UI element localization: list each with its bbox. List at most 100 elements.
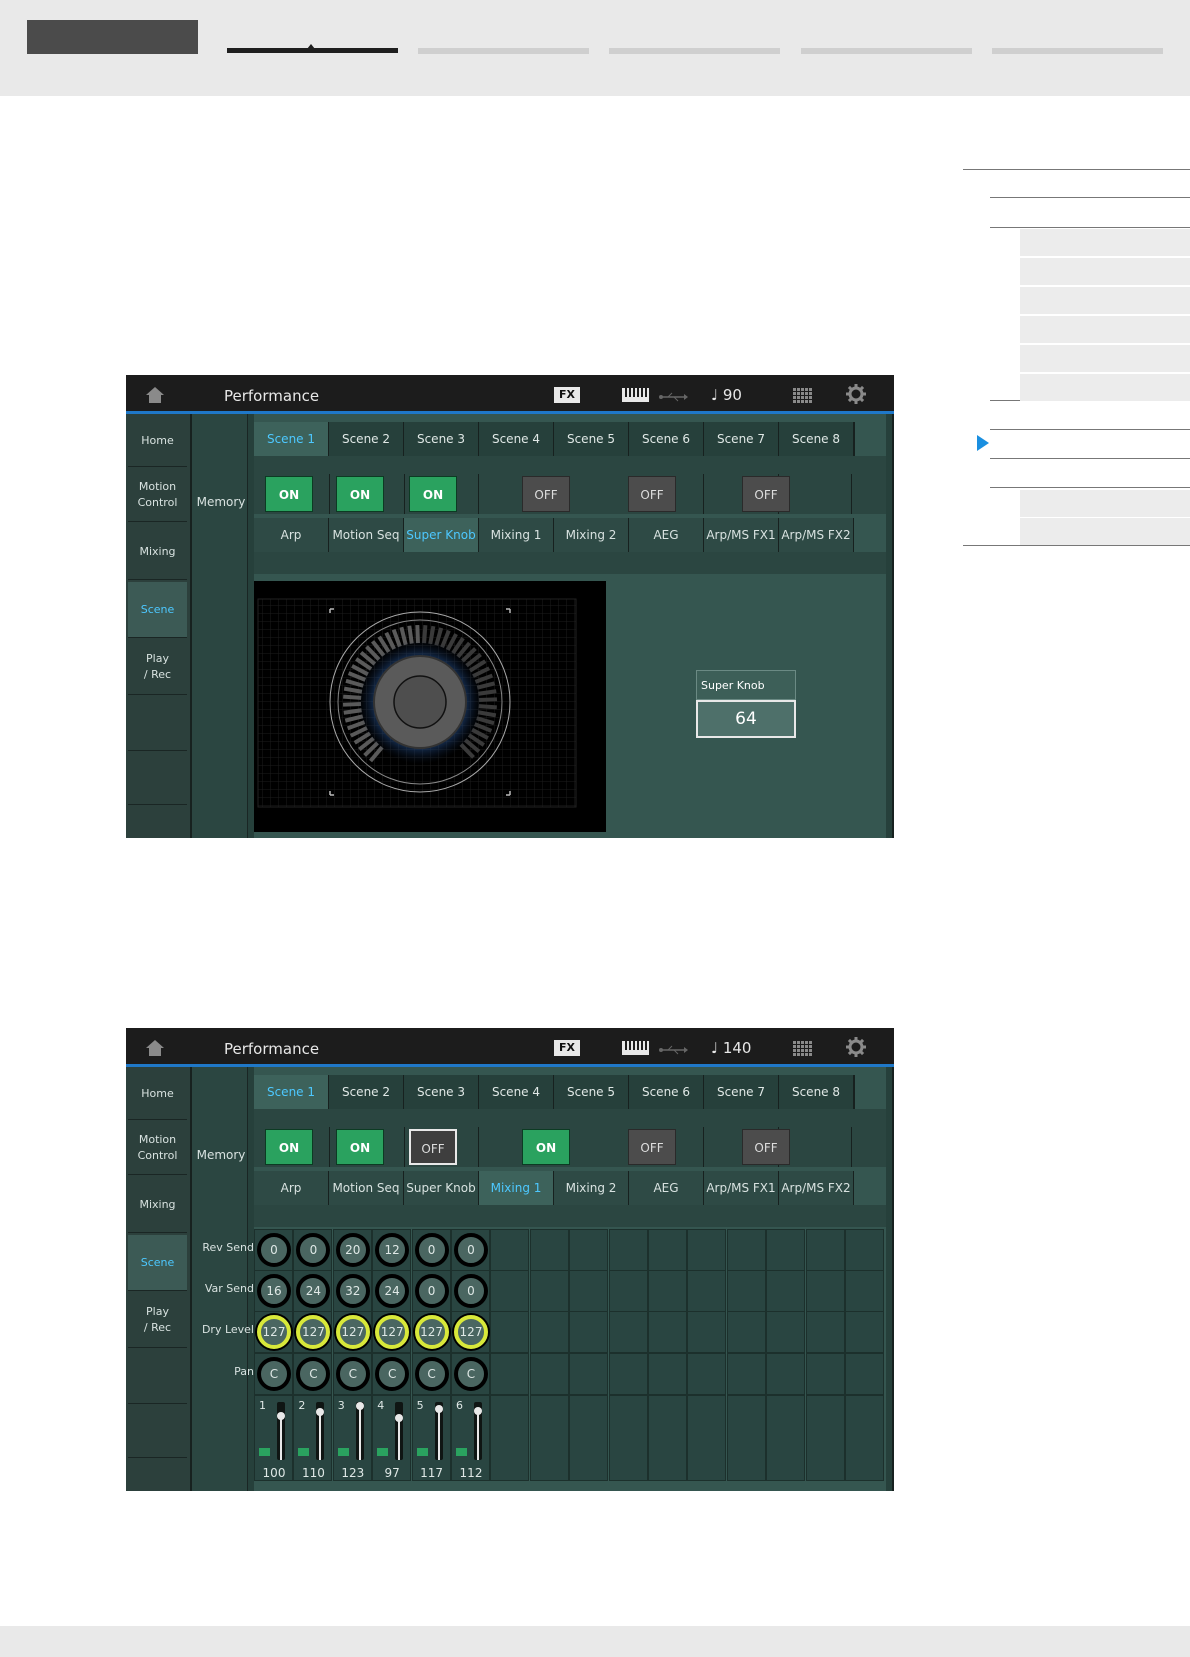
sidebar-item-mixing[interactable]: Mixing [128, 524, 187, 580]
scene-tab-3[interactable]: Scene 3 [404, 422, 480, 456]
sidebar-item-motion-control[interactable]: Motion Control [128, 1122, 187, 1175]
memory-button-1[interactable]: ON [265, 1129, 313, 1165]
scene-tab-2[interactable]: Scene 2 [329, 422, 405, 456]
sidebar-item-empty[interactable] [128, 753, 187, 805]
sidebar-item-motion-control[interactable]: Motion Control [128, 469, 187, 522]
toc-entry[interactable] [1020, 345, 1190, 372]
knob-rev-send[interactable]: 0 [454, 1233, 488, 1267]
category-tab-motion-seq[interactable]: Motion Seq [329, 518, 404, 552]
sidebar-item-scene[interactable]: Scene [128, 582, 187, 638]
scene-tab-4[interactable]: Scene 4 [479, 422, 555, 456]
super-knob-visual[interactable] [254, 581, 606, 832]
knob-dry-level[interactable]: 127 [454, 1315, 488, 1349]
knob-var-send[interactable]: 0 [454, 1274, 488, 1308]
fader-handle[interactable] [474, 1407, 482, 1415]
grid-icon[interactable] [792, 387, 814, 403]
category-tab-super-knob[interactable]: Super Knob [404, 518, 479, 552]
sidebar-item-home[interactable]: Home [128, 1069, 187, 1120]
chapter-tab-4[interactable] [801, 48, 972, 54]
toc-entry[interactable] [1020, 258, 1190, 285]
knob-dry-level[interactable]: 127 [335, 1315, 370, 1349]
knob-pan[interactable]: C [335, 1357, 370, 1391]
memory-button-1[interactable]: ON [265, 476, 313, 512]
category-tab-arp-ms-fx1[interactable]: Arp/MS FX1 [704, 518, 779, 552]
knob-dry-level[interactable]: 127 [375, 1315, 410, 1349]
knob-var-send[interactable]: 32 [335, 1274, 370, 1308]
knob-pan[interactable]: C [257, 1357, 291, 1391]
toc-entry[interactable] [1020, 374, 1190, 401]
sidebar-item-mixing[interactable]: Mixing [128, 1177, 187, 1233]
knob-pan[interactable]: C [375, 1357, 410, 1391]
scene-tab-5[interactable]: Scene 5 [554, 422, 630, 456]
toc-entry[interactable] [1020, 490, 1190, 517]
category-tab-arp[interactable]: Arp [254, 1171, 329, 1205]
toc-entry[interactable] [1020, 316, 1190, 343]
category-tab-motion-seq[interactable]: Motion Seq [329, 1171, 404, 1205]
scene-tab-5[interactable]: Scene 5 [554, 1075, 630, 1109]
knob-pan[interactable]: C [454, 1357, 488, 1391]
memory-button-5[interactable]: OFF [628, 476, 676, 512]
category-tab-arp-ms-fx2[interactable]: Arp/MS FX2 [779, 518, 854, 552]
tempo-display[interactable]: ♩ 90 [711, 386, 742, 404]
scene-tab-8[interactable]: Scene 8 [779, 1075, 855, 1109]
sidebar-item-home[interactable]: Home [128, 416, 187, 467]
memory-button-4[interactable]: OFF [522, 476, 570, 512]
knob-rev-send[interactable]: 20 [335, 1233, 370, 1267]
category-tab-super-knob[interactable]: Super Knob [404, 1171, 479, 1205]
memory-button-3[interactable]: ON [409, 476, 457, 512]
scene-tab-6[interactable]: Scene 6 [629, 1075, 705, 1109]
scene-tab-8[interactable]: Scene 8 [779, 422, 855, 456]
fader-handle[interactable] [434, 1405, 443, 1413]
toc-entry[interactable] [1020, 287, 1190, 314]
fx-badge[interactable]: FX [554, 387, 580, 403]
category-tab-mixing-2[interactable]: Mixing 2 [554, 1171, 629, 1205]
knob-var-send[interactable]: 16 [257, 1274, 291, 1308]
toc-entry[interactable] [1020, 229, 1190, 256]
memory-button-5[interactable]: OFF [628, 1129, 676, 1165]
scene-tab-1[interactable]: Scene 1 [254, 1075, 330, 1109]
toc-entry[interactable] [1020, 518, 1190, 545]
category-tab-mixing-1[interactable]: Mixing 1 [479, 1171, 554, 1205]
chapter-tab-3[interactable] [609, 48, 780, 54]
category-tab-arp[interactable]: Arp [254, 518, 329, 552]
category-tab-aeg[interactable]: AEG [629, 1171, 704, 1205]
memory-button-2[interactable]: ON [336, 476, 384, 512]
category-tab-mixing-1[interactable]: Mixing 1 [479, 518, 554, 552]
scene-tab-2[interactable]: Scene 2 [329, 1075, 405, 1109]
super-knob-value[interactable]: 64 [696, 700, 796, 738]
home-icon[interactable] [144, 1038, 166, 1058]
scene-tab-7[interactable]: Scene 7 [704, 422, 780, 456]
sidebar-item-empty[interactable] [128, 697, 187, 751]
sidebar-item-play-rec[interactable]: Play / Rec [128, 1293, 187, 1348]
gear-icon[interactable] [846, 1037, 866, 1057]
scene-tab-6[interactable]: Scene 6 [629, 422, 705, 456]
memory-button-6[interactable]: OFF [742, 1129, 790, 1165]
category-tab-aeg[interactable]: AEG [629, 518, 704, 552]
sidebar-item-scene[interactable]: Scene [128, 1235, 187, 1291]
category-tab-arp-ms-fx1[interactable]: Arp/MS FX1 [704, 1171, 779, 1205]
memory-button-6[interactable]: OFF [742, 476, 790, 512]
scene-tab-3[interactable]: Scene 3 [404, 1075, 480, 1109]
sidebar-item-empty[interactable] [128, 1406, 187, 1458]
tempo-display[interactable]: ♩ 140 [711, 1039, 751, 1057]
knob-rev-send[interactable]: 0 [414, 1233, 449, 1267]
memory-button-3[interactable]: OFF [409, 1129, 457, 1165]
knob-var-send[interactable]: 0 [414, 1274, 449, 1308]
knob-pan[interactable]: C [414, 1357, 449, 1391]
scene-tab-1[interactable]: Scene 1 [254, 422, 330, 456]
home-icon[interactable] [144, 385, 166, 405]
knob-var-send[interactable]: 24 [375, 1274, 410, 1308]
category-tab-mixing-2[interactable]: Mixing 2 [554, 518, 629, 552]
knob-dry-level[interactable]: 127 [257, 1315, 291, 1349]
category-tab-arp-ms-fx2[interactable]: Arp/MS FX2 [779, 1171, 854, 1205]
gear-icon[interactable] [846, 384, 866, 404]
memory-button-4[interactable]: ON [522, 1129, 570, 1165]
scene-tab-4[interactable]: Scene 4 [479, 1075, 555, 1109]
chapter-tab-2[interactable] [418, 48, 589, 54]
fader-handle[interactable] [355, 1402, 364, 1410]
sidebar-item-empty[interactable] [128, 1350, 187, 1404]
knob-rev-send[interactable]: 12 [375, 1233, 410, 1267]
sidebar-item-play-rec[interactable]: Play / Rec [128, 640, 187, 695]
memory-button-2[interactable]: ON [336, 1129, 384, 1165]
scene-tab-7[interactable]: Scene 7 [704, 1075, 780, 1109]
